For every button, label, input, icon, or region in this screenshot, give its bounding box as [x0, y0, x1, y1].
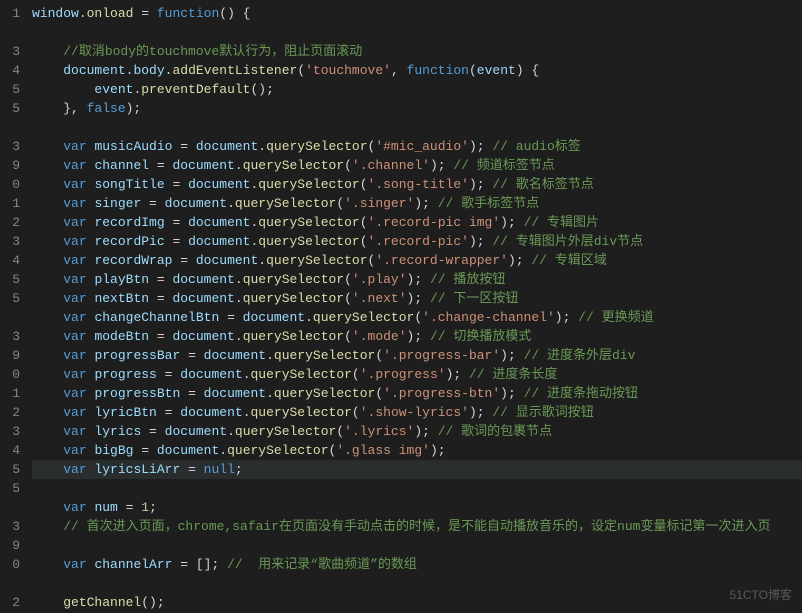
- code-line: var channelArr = []; // 用来记录“歌曲频道”的数组: [32, 555, 802, 574]
- line-number: 3: [0, 422, 20, 441]
- line-number: 9: [0, 536, 20, 555]
- code-line: // 首次进入页面，chrome,safair在页面没有手动点击的时候，是不能自…: [32, 517, 802, 536]
- line-number: 5: [0, 460, 20, 479]
- code-line: event.preventDefault();: [32, 80, 802, 99]
- line-number: 4: [0, 251, 20, 270]
- line-number: 4: [0, 61, 20, 80]
- code-line: var lyricsLiArr = null;: [32, 460, 802, 479]
- code-line: var changeChannelBtn = document.querySel…: [32, 308, 802, 327]
- code-line: var bigBg = document.querySelector('.gla…: [32, 441, 802, 460]
- code-line: [32, 118, 802, 137]
- code-line: var lyrics = document.querySelector('.ly…: [32, 422, 802, 441]
- line-number: 0: [0, 175, 20, 194]
- code-line: var recordImg = document.querySelector('…: [32, 213, 802, 232]
- code-line: var progressBtn = document.querySelector…: [32, 384, 802, 403]
- line-number: 2: [0, 403, 20, 422]
- code-line: getChannel();: [32, 593, 802, 612]
- code-line: var num = 1;: [32, 498, 802, 517]
- line-number: 1: [0, 4, 20, 23]
- code-line: var singer = document.querySelector('.si…: [32, 194, 802, 213]
- line-number: 5: [0, 479, 20, 498]
- code-line: var playBtn = document.querySelector('.p…: [32, 270, 802, 289]
- code-line: [32, 479, 802, 498]
- line-number: 1: [0, 194, 20, 213]
- code-line: }, false);: [32, 99, 802, 118]
- code-line: var songTitle = document.querySelector('…: [32, 175, 802, 194]
- line-number: 3: [0, 327, 20, 346]
- line-number: 9: [0, 156, 20, 175]
- code-line: [32, 23, 802, 42]
- line-number: 2: [0, 213, 20, 232]
- line-number: [0, 308, 20, 327]
- code-line: var musicAudio = document.querySelector(…: [32, 137, 802, 156]
- line-number: 9: [0, 346, 20, 365]
- line-number: 5: [0, 80, 20, 99]
- line-number: 5: [0, 289, 20, 308]
- line-number: 2: [0, 593, 20, 612]
- line-number: 0: [0, 555, 20, 574]
- code-line: var lyricBtn = document.querySelector('.…: [32, 403, 802, 422]
- line-number: [0, 498, 20, 517]
- watermark: 51CTO博客: [730, 586, 792, 605]
- line-number: 4: [0, 441, 20, 460]
- line-number: 3: [0, 517, 20, 536]
- code-line: var progressBar = document.querySelector…: [32, 346, 802, 365]
- line-number: 0: [0, 365, 20, 384]
- line-number: 3: [0, 137, 20, 156]
- line-number: [0, 118, 20, 137]
- code-line: //取消body的touchmove默认行为，阻止页面滚动: [32, 42, 802, 61]
- code-editor: 134553901234553901234553902 window.onloa…: [0, 0, 802, 613]
- line-number: 1: [0, 384, 20, 403]
- code-line: [32, 536, 802, 555]
- code-area[interactable]: window.onload = function() { //取消body的to…: [32, 0, 802, 613]
- code-line: [32, 574, 802, 593]
- code-line: document.body.addEventListener('touchmov…: [32, 61, 802, 80]
- code-line: var recordPic = document.querySelector('…: [32, 232, 802, 251]
- line-number: 3: [0, 232, 20, 251]
- line-number: 5: [0, 99, 20, 118]
- code-line: var progress = document.querySelector('.…: [32, 365, 802, 384]
- code-line: window.onload = function() {: [32, 4, 802, 23]
- code-line: var modeBtn = document.querySelector('.m…: [32, 327, 802, 346]
- code-line: var channel = document.querySelector('.c…: [32, 156, 802, 175]
- code-line: var nextBtn = document.querySelector('.n…: [32, 289, 802, 308]
- line-number: 3: [0, 42, 20, 61]
- line-number: 5: [0, 270, 20, 289]
- line-number-gutter: 134553901234553901234553902: [0, 0, 32, 613]
- code-line: var recordWrap = document.querySelector(…: [32, 251, 802, 270]
- line-number: [0, 23, 20, 42]
- line-number: [0, 574, 20, 593]
